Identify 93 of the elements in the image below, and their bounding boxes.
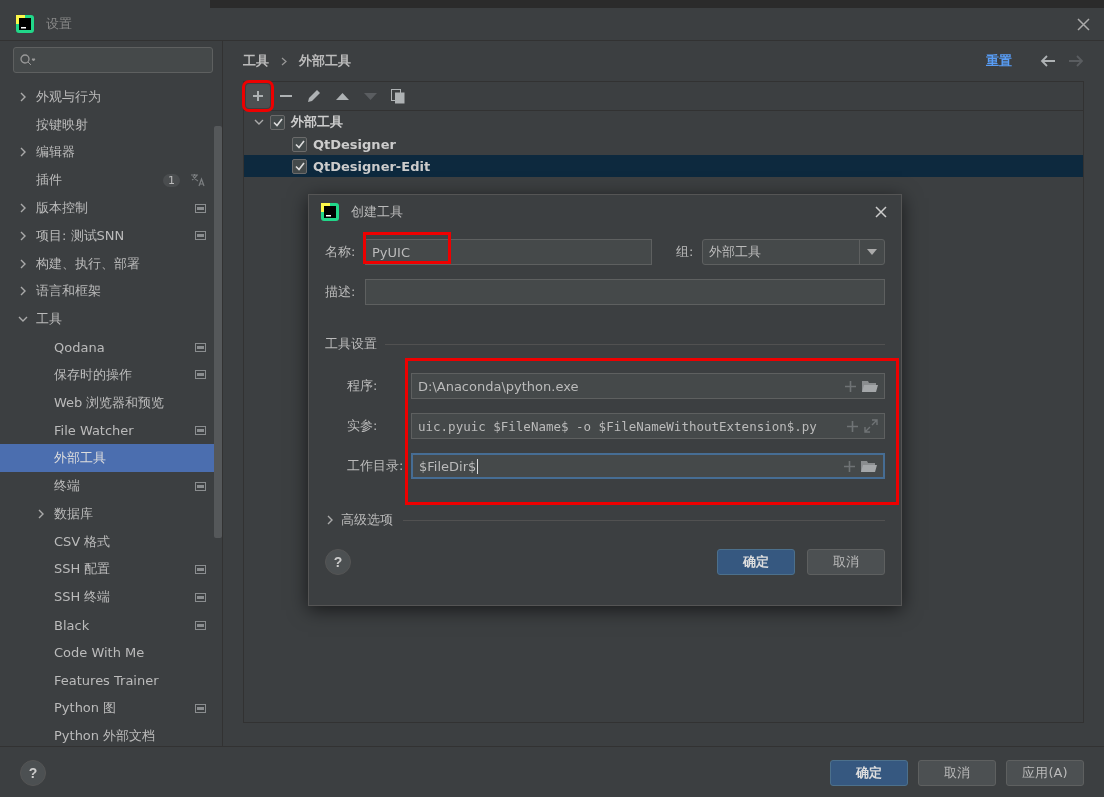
project-icon	[195, 342, 206, 352]
project-icon	[195, 370, 206, 380]
sidebar-item[interactable]: File Watcher	[0, 416, 214, 445]
dialog-button[interactable]: 应用(A)	[1006, 760, 1084, 786]
sidebar-item[interactable]: 数据库	[0, 499, 214, 528]
field-label: 描述:	[325, 283, 357, 301]
back-arrow-icon[interactable]	[1040, 55, 1056, 67]
chevron-icon	[281, 56, 287, 66]
sidebar-item[interactable]: 工具	[0, 305, 214, 334]
group-dropdown[interactable]: 外部工具	[702, 239, 885, 265]
close-icon[interactable]	[1077, 17, 1090, 31]
down-icon	[363, 92, 377, 100]
field-label: 程序:	[346, 377, 379, 395]
folder-icon[interactable]	[862, 379, 878, 393]
sidebar-item[interactable]: Python 图	[0, 694, 214, 723]
chevron-icon[interactable]	[18, 258, 28, 269]
sidebar-item[interactable]: 编辑器	[0, 138, 214, 167]
copy-icon	[391, 88, 405, 104]
sidebar-item[interactable]: Black	[0, 611, 214, 639]
project-icon	[195, 481, 206, 491]
chevron-icon[interactable]	[325, 515, 335, 525]
checkbox[interactable]	[270, 114, 285, 130]
sidebar-item[interactable]: Code With Me	[0, 638, 214, 667]
text-field[interactable]: D:\Anaconda\python.exe	[411, 373, 885, 399]
count-badge: 1	[163, 173, 180, 187]
chevron-icon[interactable]	[18, 147, 28, 158]
tree-item[interactable]: QtDesigner-Edit	[313, 158, 431, 174]
translate-icon	[190, 173, 206, 188]
sidebar-item[interactable]: Web 浏览器和预览	[0, 388, 214, 417]
dialog-button[interactable]: 确定	[717, 549, 795, 575]
chevron-icon[interactable]	[18, 91, 28, 102]
sidebar-item[interactable]: 保存时的操作	[0, 360, 214, 389]
app-logo-icon	[16, 15, 34, 33]
search-icon	[20, 54, 36, 66]
sidebar-item[interactable]: Qodana	[0, 333, 214, 361]
tree-item[interactable]: 外部工具	[291, 113, 343, 131]
app-logo-icon	[321, 203, 339, 221]
project-icon	[195, 564, 206, 574]
project-icon	[195, 203, 206, 213]
sidebar-item[interactable]: 插件 1	[0, 166, 214, 195]
chevron-icon[interactable]	[18, 286, 28, 297]
sidebar-item[interactable]: 外部工具	[0, 444, 214, 473]
reset-link[interactable]: 重置	[986, 52, 1012, 70]
sidebar-item[interactable]: 项目: 测试SNN	[0, 222, 214, 250]
dialog-button[interactable]: 确定	[830, 760, 908, 786]
chevron-icon[interactable]	[36, 508, 46, 519]
project-icon	[195, 703, 206, 713]
up-icon	[335, 92, 349, 100]
search-field[interactable]	[13, 47, 213, 73]
sidebar-item[interactable]: 版本控制	[0, 194, 214, 222]
sidebar-item[interactable]: 按键映射	[0, 110, 214, 139]
checkbox[interactable]	[292, 158, 307, 174]
sidebar-item[interactable]: 构建、执行、部署	[0, 249, 214, 278]
section-title: 工具设置	[325, 335, 377, 353]
caret-icon	[867, 249, 877, 255]
sidebar-item[interactable]: CSV 格式	[0, 527, 214, 556]
dialog-title: 创建工具	[351, 203, 404, 221]
project-icon	[195, 231, 206, 241]
sidebar-item[interactable]: SSH 终端	[0, 583, 214, 612]
close-icon[interactable]	[875, 206, 887, 218]
checkbox[interactable]	[292, 136, 307, 152]
add-icon	[252, 90, 264, 102]
breadcrumb-item: 外部工具	[299, 52, 351, 70]
project-icon	[195, 425, 206, 435]
project-icon	[195, 592, 206, 602]
scrollbar[interactable]	[214, 126, 222, 538]
sidebar-item[interactable]: 终端	[0, 472, 214, 500]
project-icon	[195, 620, 206, 630]
help-button[interactable]: ?	[20, 760, 46, 786]
field-label: 工作目录:	[346, 457, 405, 475]
pencil-icon	[307, 89, 321, 103]
breadcrumb-item[interactable]: 工具	[243, 52, 269, 70]
window-title: 设置	[46, 15, 73, 33]
dialog-button[interactable]: 取消	[918, 760, 996, 786]
sidebar-item[interactable]: Features Trainer	[0, 666, 214, 695]
chevron-icon[interactable]	[254, 117, 264, 127]
sidebar-item[interactable]: SSH 配置	[0, 555, 214, 584]
folder-icon[interactable]	[861, 459, 877, 473]
sidebar-item[interactable]: 语言和框架	[0, 277, 214, 306]
description-field[interactable]	[365, 279, 885, 305]
field-label: 名称:	[325, 243, 357, 261]
field-label: 组:	[676, 243, 695, 261]
dialog-button[interactable]: 取消	[807, 549, 885, 575]
help-button[interactable]: ?	[325, 549, 351, 575]
advanced-options-toggle[interactable]: 高级选项	[341, 511, 393, 529]
text-field[interactable]: $FileDir$	[411, 453, 885, 479]
chevron-icon[interactable]	[18, 203, 28, 214]
name-field[interactable]: PyUIC	[365, 239, 653, 265]
tree-item[interactable]: QtDesigner	[313, 136, 396, 152]
sidebar-item[interactable]: 外观与行为	[0, 83, 214, 111]
sidebar-item[interactable]: Python 外部文档	[0, 722, 214, 746]
chevron-icon[interactable]	[18, 230, 28, 241]
field-label: 实参:	[346, 417, 379, 435]
